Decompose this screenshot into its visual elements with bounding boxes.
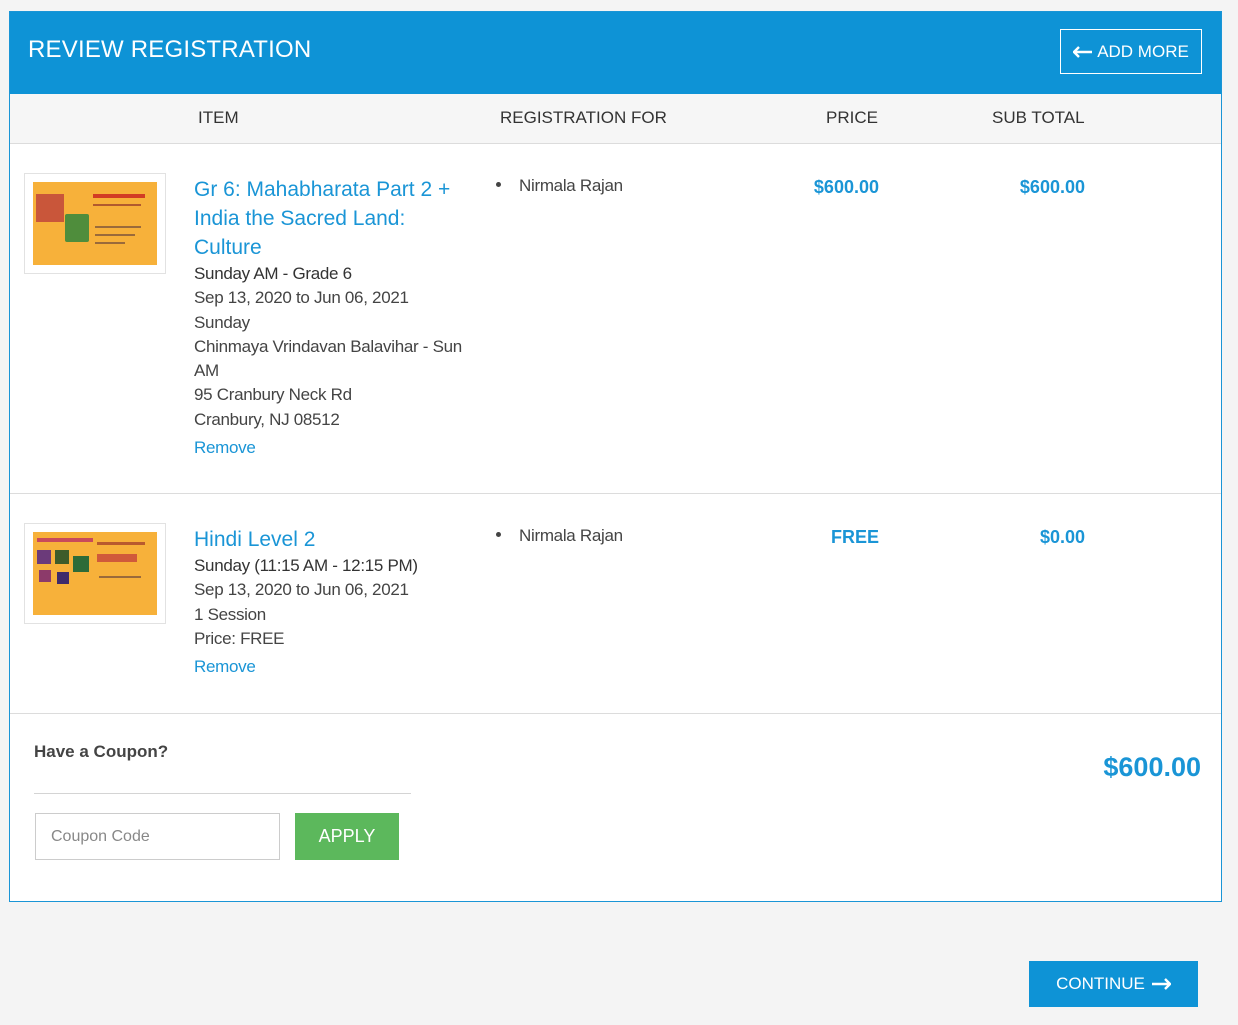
item-sessions: 1 Session: [194, 604, 266, 624]
registrant: Nirmala Rajan: [496, 526, 623, 546]
column-registration-for: REGISTRATION FOR: [500, 108, 667, 127]
item-location: Chinmaya Vrindavan Balavihar - Sun: [194, 336, 462, 356]
bullet-icon: [496, 182, 501, 188]
add-more-label: ADD MORE: [1097, 41, 1189, 61]
page-title: REVIEW REGISTRATION: [28, 36, 312, 63]
column-headers: ITEM REGISTRATION FOR PRICE SUB TOTAL: [10, 94, 1221, 144]
remove-link[interactable]: Remove: [194, 657, 256, 677]
divider: [34, 793, 411, 794]
item-title[interactable]: Gr 6: Mahabharata Part 2 + India the Sac…: [194, 175, 474, 262]
order-total: $600.00: [1103, 752, 1201, 782]
panel-header: REVIEW REGISTRATION ADD MORE: [10, 12, 1221, 94]
item-dates: Sep 13, 2020 to Jun 06, 2021: [194, 288, 409, 308]
item-dates: Sep 13, 2020 to Jun 06, 2021: [194, 580, 409, 600]
item-info: Gr 6: Mahabharata Part 2 + India the Sac…: [194, 175, 474, 458]
coupon-and-total: Have a Coupon? APPLY $600.00: [10, 714, 1221, 902]
item-subtotal: $0.00: [1039, 527, 1085, 547]
remove-link[interactable]: Remove: [194, 438, 256, 458]
column-price: PRICE: [826, 108, 878, 127]
table-row: Gr 6: Mahabharata Part 2 + India the Sac…: [10, 144, 1221, 494]
mahabharata-image: [33, 182, 157, 265]
table-row: Hindi Level 2 Sunday (11:15 AM - 12:15 P…: [10, 494, 1221, 714]
item-address: 95 Cranbury Neck Rd: [194, 385, 352, 405]
review-registration-panel: REVIEW REGISTRATION ADD MORE ITEM REGIST…: [9, 11, 1222, 902]
continue-button[interactable]: CONTINUE: [1029, 961, 1198, 1007]
item-schedule: Sunday AM - Grade 6: [194, 264, 352, 283]
column-sub-total: SUB TOTAL: [992, 108, 1085, 127]
item-price: FREE: [830, 527, 879, 547]
item-thumbnail: [24, 523, 166, 624]
continue-label: CONTINUE: [1056, 974, 1145, 993]
item-title[interactable]: Hindi Level 2: [194, 525, 474, 554]
coupon-label: Have a Coupon?: [34, 742, 169, 761]
item-schedule: Sunday (11:15 AM - 12:15 PM): [194, 556, 418, 575]
add-more-button[interactable]: ADD MORE: [1060, 29, 1202, 74]
arrow-right-icon: [1151, 978, 1171, 990]
item-thumbnail: [24, 173, 166, 274]
item-city: Cranbury, NJ 08512: [194, 409, 340, 429]
coupon-code-input[interactable]: [35, 813, 280, 860]
hindi-level-image: [33, 532, 157, 615]
column-item: ITEM: [198, 108, 239, 127]
item-price-note: Price: FREE: [194, 628, 285, 648]
item-day: Sunday: [194, 312, 250, 332]
arrow-left-icon: [1073, 45, 1093, 58]
item-price: $600.00: [813, 177, 879, 197]
item-subtotal: $600.00: [1019, 177, 1085, 197]
item-info: Hindi Level 2 Sunday (11:15 AM - 12:15 P…: [194, 525, 474, 677]
registrant: Nirmala Rajan: [496, 176, 623, 196]
apply-button[interactable]: APPLY: [295, 813, 399, 860]
bullet-icon: [496, 532, 501, 538]
item-location-cont: AM: [194, 361, 219, 381]
